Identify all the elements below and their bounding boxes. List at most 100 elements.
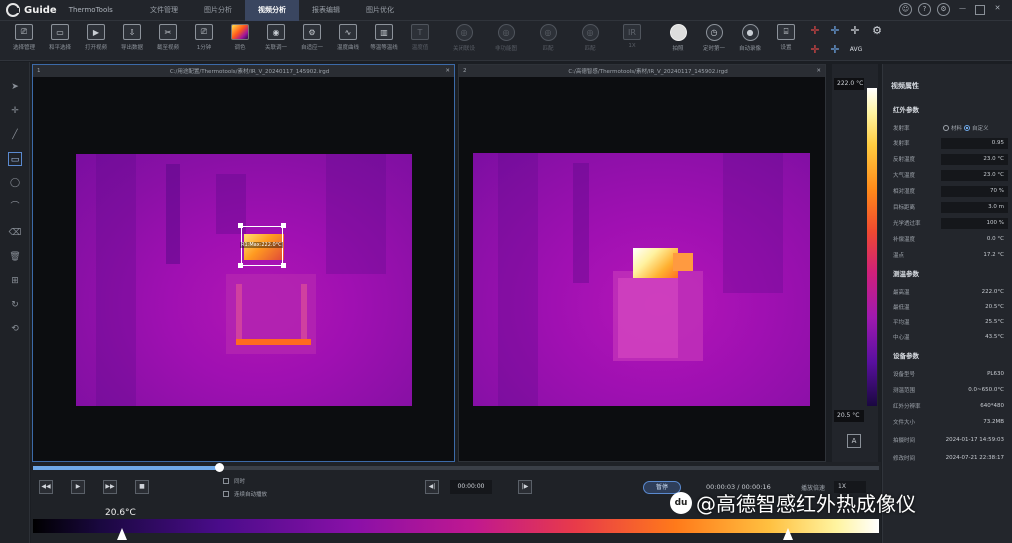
menu-report[interactable]: 报表编辑	[299, 0, 353, 21]
delete-icon[interactable]: 🗑	[8, 250, 22, 264]
toolbar-label: 温度曲线	[336, 45, 359, 51]
ambient-temp-input[interactable]: 23.0 °C	[941, 169, 1008, 181]
toolbar-capture[interactable]: 拍照	[660, 24, 696, 52]
scale-min-value[interactable]: 20.5 °C	[834, 410, 864, 422]
reflected-temp-input[interactable]: 23.0 °C	[941, 153, 1008, 165]
menu-image-analysis[interactable]: 图片分析	[191, 0, 245, 21]
pane-2-close-icon[interactable]: ✕	[813, 68, 821, 74]
toolbar-match-2[interactable]: ◎ 匹配	[572, 24, 608, 52]
radio-custom[interactable]	[964, 125, 971, 131]
max-marker-icon[interactable]	[783, 528, 793, 540]
param-label: 光学透过率	[893, 221, 921, 227]
toolbar-link[interactable]: ◉ 关联调一	[258, 24, 294, 51]
toolbar-screen[interactable]: ▭ 和平选择	[42, 24, 78, 51]
pane-2-path: C:/高德智感/Thermotools/素材/IR_V_20240117_145…	[568, 69, 728, 75]
center-cross-icon[interactable]: ✛	[848, 24, 862, 38]
toolbar-label: 调色	[234, 45, 246, 51]
eraser-icon[interactable]: ⌫	[8, 226, 22, 240]
pointer-icon[interactable]: ➤	[8, 80, 22, 94]
avg-icon[interactable]: AVG	[847, 43, 865, 57]
min-marker-icon[interactable]	[117, 528, 127, 540]
min-cross-icon[interactable]: ✛	[828, 24, 842, 38]
toolbar-auto-record[interactable]: ● 自动录像	[732, 24, 768, 52]
gear-cross-icon[interactable]: ⚙	[870, 24, 884, 38]
toolbar-cut-video[interactable]: ✂ 截至视频	[150, 24, 186, 51]
menu-file[interactable]: 文件管理	[137, 0, 191, 21]
humidity-input[interactable]: 70 %	[941, 185, 1008, 197]
toolbar-open-video[interactable]: ▶ 打开视频	[78, 24, 114, 51]
device-label: 文件大小	[893, 420, 916, 426]
thermal-image-1[interactable]: R1:Max:222.0°C	[76, 154, 412, 406]
line-icon[interactable]: ╱	[8, 128, 22, 142]
transmission-input[interactable]: 100 %	[941, 217, 1008, 229]
param-label: 大气温度	[893, 173, 916, 179]
toolbar-close-link[interactable]: ◎ 关闭联设	[446, 24, 482, 52]
next-frame-button[interactable]: |▶	[518, 480, 532, 494]
progress-slider[interactable]	[33, 463, 879, 472]
toolbar-palette[interactable]: 调色	[222, 24, 258, 51]
user-icon[interactable]: ☺	[899, 3, 912, 16]
toolbar-export-data[interactable]: ⇩ 导出数据	[114, 24, 150, 51]
close-icon[interactable]: ✕	[991, 3, 1004, 16]
toolbar-timer[interactable]: ◷ 定时第一	[696, 24, 732, 52]
toolbar-isotherm[interactable]: ▥ 等温等温线	[366, 24, 402, 51]
temp-row: 最低温 20.5°C	[893, 301, 1008, 313]
rectangle-icon[interactable]: ▭	[8, 152, 22, 166]
skip-back-button[interactable]: ◀◀	[39, 480, 53, 494]
toolbar-select-manage[interactable]: ⎚ 选择管理	[6, 24, 42, 51]
toolbar-curve[interactable]: ∿ 温度曲线	[330, 24, 366, 51]
param-row: 相对湿度 70 %	[893, 185, 1008, 197]
toolbar-settings[interactable]: ⌸ 设置	[768, 24, 804, 51]
minimize-icon[interactable]: —	[956, 3, 969, 16]
menu-video-analysis[interactable]: 视频分析	[245, 0, 299, 21]
video-pane-2[interactable]: 2 C:/高德智感/Thermotools/素材/IR_V_20240117_1…	[458, 64, 826, 462]
isotherm-tool-icon[interactable]: ⊞	[8, 274, 22, 288]
thermal-image-2[interactable]	[473, 153, 810, 406]
stop-button[interactable]: ■	[135, 480, 149, 494]
toolbar-zoom[interactable]: IR 1X	[614, 24, 650, 49]
video-pane-1[interactable]: 1 C:/用途配置/Thermotools/素材/IR_V_20240117_1…	[32, 64, 455, 462]
rotate-icon[interactable]: ⟲	[8, 322, 22, 336]
distance-input[interactable]: 3.0 m	[941, 201, 1008, 213]
auto-scale-button[interactable]: A	[847, 434, 861, 448]
camera-icon: ⌸	[777, 24, 795, 40]
emissivity-select[interactable]: 0.95	[941, 137, 1008, 149]
device-label: 拍摄时间	[893, 438, 916, 444]
menu-image-optimize[interactable]: 图片优化	[353, 0, 407, 21]
refresh-icon[interactable]: ↻	[8, 298, 22, 312]
system-icons: ☺ ? ⚙ — ✕	[899, 3, 1004, 16]
maximize-icon[interactable]	[975, 5, 985, 15]
radio-material[interactable]	[943, 125, 949, 131]
polygon-icon[interactable]: ⌒	[8, 200, 22, 214]
toolbar-duration[interactable]: ⎚ 1分钟	[186, 24, 222, 51]
pane-1-close-icon[interactable]: ✕	[442, 68, 450, 74]
adapt-icon: ⚙	[303, 24, 321, 40]
max-cross-2-icon[interactable]: ✛	[808, 43, 822, 57]
scale-max-value[interactable]: 222.0 °C	[834, 78, 864, 90]
min-cross-2-icon[interactable]: ✛	[828, 43, 842, 57]
progress-knob[interactable]	[215, 463, 225, 472]
device-label: 测温范围	[893, 388, 916, 394]
ellipse-icon[interactable]: ◯	[8, 176, 22, 190]
max-cross-icon[interactable]: ✛	[808, 24, 822, 38]
toolbar-temp-value[interactable]: T 温度值	[402, 24, 438, 51]
prev-frame-button[interactable]: ◀|	[425, 480, 439, 494]
pane-1-header: 1 C:/用途配置/Thermotools/素材/IR_V_20240117_1…	[33, 65, 454, 77]
current-time-input[interactable]: 00:00:00	[450, 480, 492, 494]
settings-icon[interactable]: ⚙	[937, 3, 950, 16]
autoplay-checkbox[interactable]	[223, 491, 229, 497]
sync-checkbox[interactable]	[223, 478, 229, 484]
modify-time-value: 2024-07-21 22:38:17	[945, 455, 1004, 461]
pause-button[interactable]: 暂停	[643, 481, 681, 494]
play-button[interactable]: ▶	[71, 480, 85, 494]
color-scale: 222.0 °C 20.5 °C A	[832, 64, 878, 462]
toolbar-adapt[interactable]: ⚙ 自适应一	[294, 24, 330, 51]
toolbar-label: 温度值	[411, 45, 429, 51]
point-icon[interactable]: ✛	[8, 104, 22, 118]
temp-row: 中心温 43.5°C	[893, 331, 1008, 343]
skip-forward-button[interactable]: ▶▶	[103, 480, 117, 494]
open-video-icon: ▶	[87, 24, 105, 40]
toolbar-nonfunc[interactable]: ◎ 非功能图	[488, 24, 524, 52]
toolbar-match[interactable]: ◎ 匹配	[530, 24, 566, 52]
help-icon[interactable]: ?	[918, 3, 931, 16]
